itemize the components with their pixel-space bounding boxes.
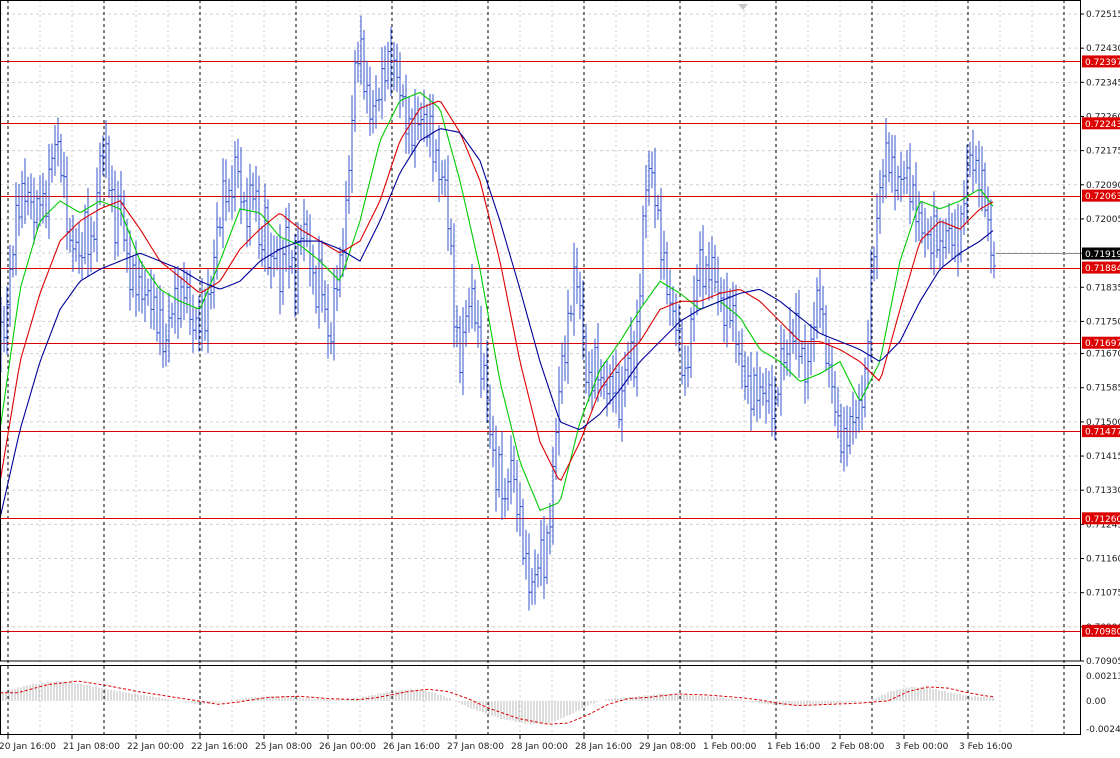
- time-tick-label: 3 Feb 16:00: [959, 742, 1013, 752]
- price-tick-label: 0.71750: [1086, 317, 1120, 327]
- time-tick-label: 21 Jan 08:00: [63, 742, 120, 752]
- price-tick-label: 0.71670: [1086, 350, 1120, 360]
- time-tick-label: 29 Jan 08:00: [639, 742, 696, 752]
- level-price-label: 0.71697: [1085, 339, 1120, 349]
- price-tick-label: 0.71075: [1086, 589, 1120, 599]
- price-tick-label: 0.72175: [1086, 147, 1120, 157]
- price-tick-label: 0.71330: [1086, 486, 1120, 496]
- price-tick-label: 0.72430: [1086, 44, 1120, 54]
- level-price-label: 0.71260: [1085, 515, 1120, 525]
- time-tick-label: 26 Jan 00:00: [319, 742, 376, 752]
- price-tick-label: 0.71160: [1086, 555, 1120, 565]
- level-price-label: 0.70980: [1085, 627, 1120, 637]
- current-price-label: 0.71919: [1085, 250, 1120, 260]
- price-tick-label: 0.72345: [1086, 78, 1120, 88]
- oscillator-tick-label: 0.002133: [1086, 672, 1120, 682]
- oscillator-tick-label: 0.00: [1086, 697, 1106, 707]
- price-tick-label: 0.70905: [1086, 657, 1120, 667]
- level-price-label: 0.71884: [1085, 264, 1120, 274]
- forex-price-chart: 0.725150.724300.723450.722600.721750.720…: [0, 0, 1120, 758]
- price-tick-label: 0.72005: [1086, 215, 1120, 225]
- time-tick-label: 2 Feb 08:00: [831, 742, 885, 752]
- time-tick-label: 1 Feb 00:00: [703, 742, 757, 752]
- time-tick-label: 26 Jan 16:00: [383, 742, 440, 752]
- level-price-label: 0.71477: [1085, 428, 1120, 438]
- level-price-label: 0.72063: [1085, 192, 1120, 202]
- time-tick-label: 25 Jan 08:00: [255, 742, 312, 752]
- price-tick-label: 0.71835: [1086, 283, 1120, 293]
- time-tick-label: 1 Feb 16:00: [767, 742, 821, 752]
- time-tick-label: 3 Feb 00:00: [895, 742, 949, 752]
- price-tick-label: 0.72090: [1086, 181, 1120, 191]
- time-tick-label: 22 Jan 16:00: [191, 742, 248, 752]
- price-tick-label: 0.71585: [1086, 384, 1120, 394]
- price-tick-label: 0.71415: [1086, 452, 1120, 462]
- time-tick-label: 20 Jan 16:00: [0, 742, 56, 752]
- level-price-label: 0.72243: [1085, 120, 1120, 130]
- level-price-label: 0.72397: [1085, 58, 1120, 68]
- time-tick-label: 28 Jan 00:00: [511, 742, 568, 752]
- time-tick-label: 27 Jan 08:00: [447, 742, 504, 752]
- oscillator-tick-label: -0.002409: [1086, 725, 1120, 735]
- time-tick-label: 28 Jan 16:00: [575, 742, 632, 752]
- time-tick-label: 22 Jan 00:00: [127, 742, 184, 752]
- price-tick-label: 0.72515: [1086, 10, 1120, 20]
